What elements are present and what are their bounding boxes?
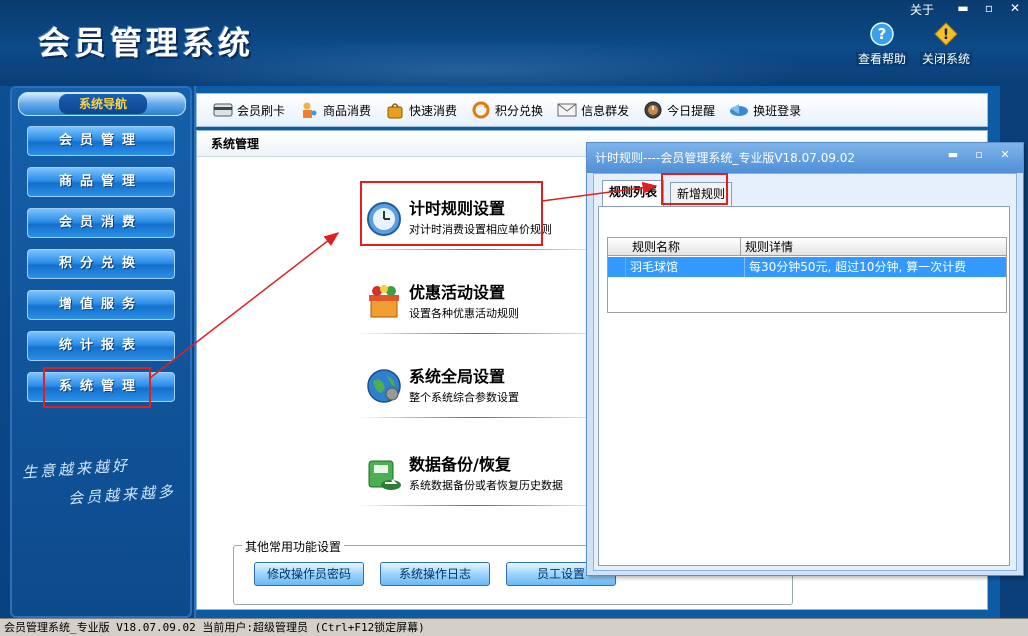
backup-icon [368, 460, 401, 490]
minimize-button[interactable]: ▬ [950, 1, 976, 17]
rule-list-panel: 规则名称 规则详情 羽毛球馆 每30分钟50元, 超过10分钟, 算一次计费 [598, 206, 1010, 566]
left-navigation: 系统导航 会员管理 商品管理 会员消费 积分兑换 增值服务 统计报表 系统管理 … [0, 86, 194, 618]
window-controls: 关于 ▬ ▫ ✕ [910, 0, 1028, 18]
dialog-title: 计时规则----会员管理系统_专业版V18.07.09.02 [595, 151, 856, 165]
help-icon: ? [870, 22, 894, 46]
status-bar: 会员管理系统_专业版 V18.07.09.02 当前用户:超级管理员 (Ctrl… [0, 618, 1028, 636]
setting-description: 整个系统综合参数设置 [409, 391, 519, 404]
setting-description: 系统数据备份或者恢复历史数据 [409, 479, 563, 492]
toolbar-quick-consumption[interactable]: 快速消费 [385, 101, 457, 119]
svg-text:!: ! [943, 27, 949, 43]
divider [357, 417, 593, 418]
timer-icon [367, 202, 401, 236]
dialog-minimize-button[interactable]: ▬ [941, 147, 965, 163]
setting-promotion-rules[interactable]: 优惠活动设置 设置各种优惠活动规则 [357, 271, 597, 334]
setting-timing-rules[interactable]: 计时规则设置 对计时消费设置相应单价规则 [357, 187, 597, 250]
column-header-name[interactable]: 规则名称 [632, 238, 680, 256]
toolbar-label: 今日提醒 [667, 103, 716, 118]
table-row[interactable]: 羽毛球馆 每30分钟50元, 超过10分钟, 算一次计费 [608, 257, 1006, 277]
column-header-detail[interactable]: 规则详情 [740, 238, 793, 256]
app-title: 会员管理系统 [38, 24, 255, 62]
shift-icon [730, 104, 749, 116]
divider [357, 505, 593, 506]
setting-title: 数据备份/恢复 [409, 455, 511, 474]
toolbar-shift-login[interactable]: 换班登录 [729, 101, 801, 119]
dialog-maximize-button[interactable]: ▫ [967, 147, 991, 163]
toolbar-label: 商品消费 [323, 103, 372, 118]
maximize-button[interactable]: ▫ [976, 1, 1002, 17]
help-button[interactable]: ? 查看帮助 [852, 22, 912, 67]
help-label: 查看帮助 [855, 52, 908, 66]
toolbar-member-swipe[interactable]: 会员刷卡 [213, 101, 285, 119]
mail-icon [557, 103, 577, 117]
nav-item-system-management[interactable]: 系统管理 [27, 372, 175, 402]
timing-rules-dialog: 计时规则----会员管理系统_专业版V18.07.09.02 ▬ ▫ ✕ 规则列… [586, 142, 1024, 576]
dialog-body: 规则列表 新增规则 规则名称 规则详情 羽毛球馆 每30分钟50元, 超过10分… [593, 173, 1017, 571]
setting-description: 对计时消费设置相应单价规则 [409, 223, 552, 236]
shopping-icon [303, 102, 317, 118]
divider [357, 249, 593, 250]
toolbar-points-exchange[interactable]: 积分兑换 [471, 101, 543, 119]
quick-toolbar: 会员刷卡 商品消费 快速消费 积分兑换 信息群发 今日提醒 换班登录 [196, 93, 988, 127]
card-icon [213, 103, 233, 117]
globe-icon [367, 369, 401, 403]
nav-item-points-exchange[interactable]: 积分兑换 [27, 249, 175, 279]
setting-global-system[interactable]: 系统全局设置 整个系统综合参数设置 [357, 355, 597, 418]
exit-system-button[interactable]: ! 关闭系统 [916, 22, 976, 67]
nav-item-product-management[interactable]: 商品管理 [27, 167, 175, 197]
change-operator-password-button[interactable]: 修改操作员密码 [254, 562, 364, 586]
toolbar-label: 换班登录 [753, 103, 802, 118]
setting-title: 优惠活动设置 [409, 283, 506, 302]
clock-icon [644, 101, 662, 119]
gift-icon [369, 285, 399, 318]
toolbar-label: 会员刷卡 [237, 103, 286, 118]
svg-text:?: ? [878, 25, 887, 43]
setting-title: 计时规则设置 [409, 199, 506, 218]
nav-item-value-added-services[interactable]: 增值服务 [27, 290, 175, 320]
tab-new-rule[interactable]: 新增规则 [670, 182, 733, 206]
nav-header: 系统导航 [18, 92, 186, 116]
warning-icon: ! [934, 22, 958, 46]
about-link[interactable]: 关于 [910, 1, 934, 18]
exchange-icon [472, 101, 490, 119]
toolbar-today-reminder[interactable]: 今日提醒 [643, 101, 715, 119]
row-indicator [608, 257, 626, 277]
toolbar-label: 信息群发 [581, 103, 630, 118]
bag-icon [387, 103, 403, 119]
exit-system-label: 关闭系统 [919, 52, 972, 66]
rule-detail-cell: 每30分钟50元, 超过10分钟, 算一次计费 [744, 257, 966, 277]
tab-rule-list[interactable]: 规则列表 [602, 180, 665, 206]
divider [357, 333, 593, 334]
dialog-window-controls: ▬ ▫ ✕ [939, 147, 1017, 163]
nav-item-member-consumption[interactable]: 会员消费 [27, 208, 175, 238]
table-header: 规则名称 规则详情 [608, 238, 1006, 256]
setting-title: 系统全局设置 [409, 367, 506, 386]
toolbar-message-broadcast[interactable]: 信息群发 [557, 101, 629, 119]
rules-table: 规则名称 规则详情 羽毛球馆 每30分钟50元, 超过10分钟, 算一次计费 [607, 237, 1007, 313]
rule-name-cell: 羽毛球馆 [630, 260, 679, 274]
toolbar-product-consumption[interactable]: 商品消费 [299, 101, 371, 119]
dialog-close-button[interactable]: ✕ [993, 147, 1017, 163]
nav-item-member-management[interactable]: 会员管理 [27, 126, 175, 156]
close-button[interactable]: ✕ [1002, 1, 1028, 17]
setting-data-backup[interactable]: 数据备份/恢复 系统数据备份或者恢复历史数据 [357, 443, 597, 506]
nav-item-statistics-reports[interactable]: 统计报表 [27, 331, 175, 361]
toolbar-label: 积分兑换 [495, 103, 544, 118]
group-legend: 其他常用功能设置 [242, 538, 345, 555]
top-banner: 会员管理系统 关于 ▬ ▫ ✕ ? 查看帮助 ! 关闭系统 [0, 0, 1028, 86]
setting-description: 设置各种优惠活动规则 [409, 307, 519, 320]
toolbar-label: 快速消费 [409, 103, 458, 118]
nav-header-label: 系统导航 [59, 94, 147, 114]
system-operation-log-button[interactable]: 系统操作日志 [380, 562, 490, 586]
